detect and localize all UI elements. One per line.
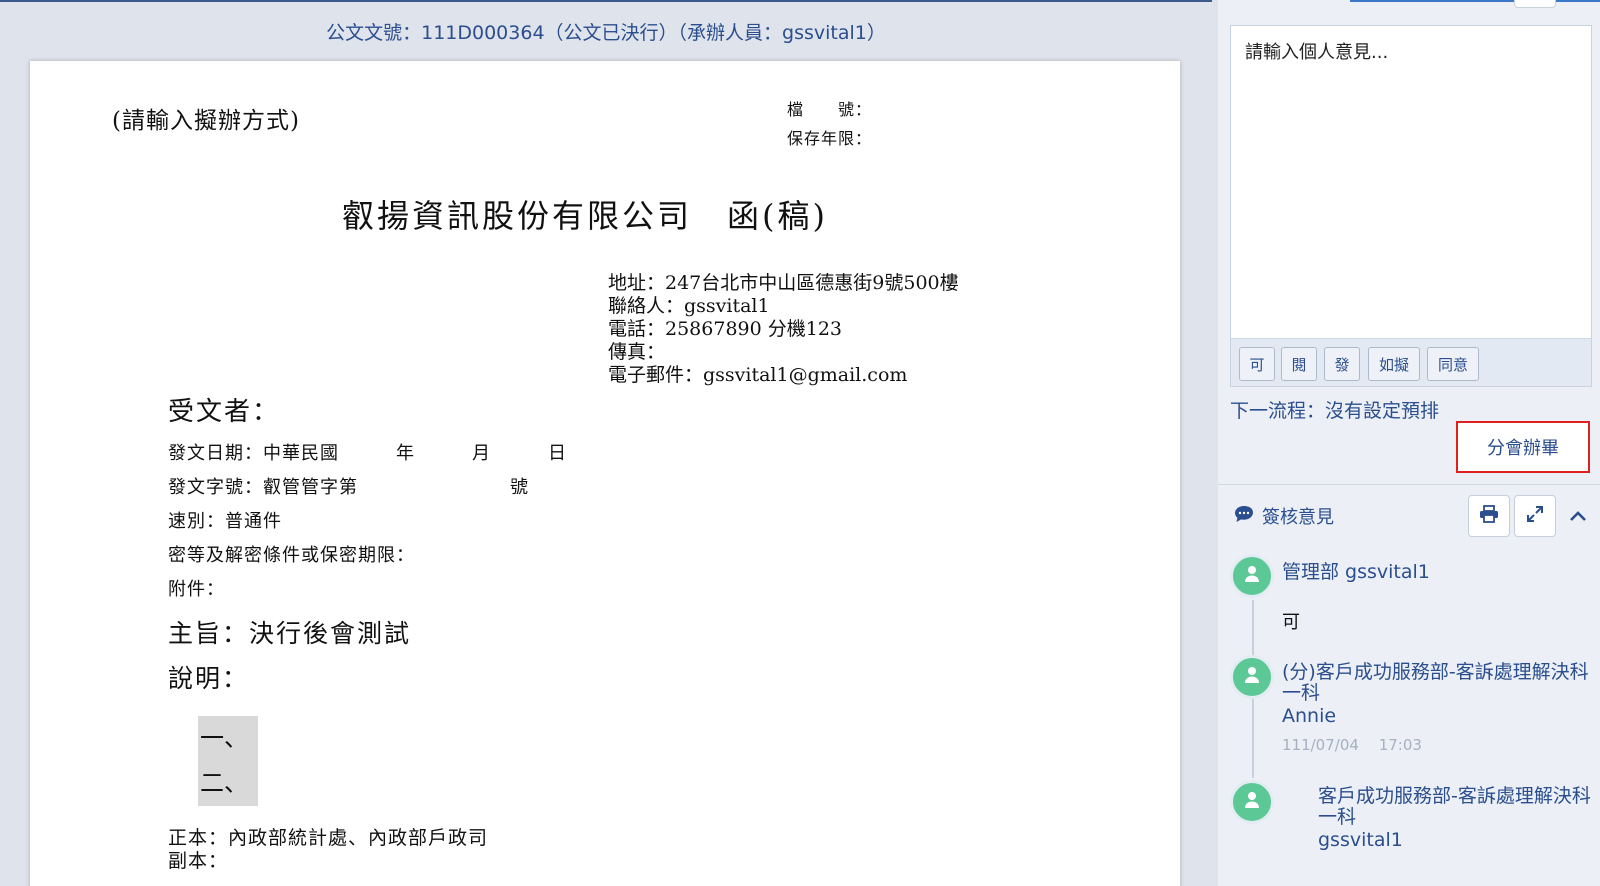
print-button[interactable]	[1468, 495, 1510, 537]
submit-countersign-button[interactable]: 分會辦畢	[1456, 421, 1590, 473]
sender-email: 電子郵件：gssvital1@gmail.com	[608, 364, 908, 386]
collapse-button[interactable]	[1566, 504, 1590, 528]
document-info-header: 公文文號：111D000364（公文已決行）（承辦人員：gssvital1）	[326, 22, 886, 44]
document-viewer: 公文文號：111D000364（公文已決行）（承辦人員：gssvital1） (…	[0, 0, 1212, 886]
entry-time: 17:03	[1378, 736, 1422, 754]
entry-date: 111/07/04	[1282, 736, 1359, 754]
entry-dept: (分)客戶成功服務部-客訴處理解決科 一科	[1282, 661, 1589, 704]
document-meta: 發文日期：中華民國 年 月 日 發文字號：叡管管字第 號 速別：普通件 密等及解…	[168, 437, 567, 607]
sign-panel: 可 閱 發 如擬 同意 下一流程：沒有設定預排 分會辦畢 簽核意見	[1218, 0, 1600, 886]
user-icon	[1244, 666, 1260, 688]
quick-phrase-button[interactable]: 發	[1324, 347, 1360, 381]
entry-comment: 可	[1282, 612, 1300, 633]
expand-button[interactable]	[1514, 495, 1556, 537]
document-title: 叡揚資訊股份有限公司 函(稿)	[342, 197, 828, 235]
opinion-box: 可 閱 發 如擬 同意	[1230, 25, 1592, 387]
entry-dept: 客戶成功服務部-客訴處理解決科 一科	[1318, 785, 1591, 828]
sender-fax: 傳真：	[608, 341, 666, 363]
issue-number: 發文字號：叡管管字第 號	[168, 477, 529, 498]
draft-method-field[interactable]: (請輸入擬辦方式)	[112, 101, 300, 135]
user-icon	[1244, 791, 1260, 813]
opinion-input[interactable]	[1231, 26, 1591, 338]
sender-phone: 電話：25867890 分機123	[608, 318, 843, 340]
quick-phrase-button[interactable]: 閱	[1281, 347, 1317, 381]
avatar	[1230, 554, 1274, 598]
chevron-up-icon	[1569, 507, 1587, 526]
quick-phrase-button[interactable]: 同意	[1427, 347, 1479, 381]
speed-class: 速別：普通件	[168, 511, 282, 532]
secrecy-level: 密等及解密條件或保密期限：	[168, 545, 415, 566]
sign-review-header: 簽核意見	[1234, 503, 1334, 529]
file-info: 檔 號： 保存年限：	[787, 95, 872, 153]
panel-tab-indicator	[1350, 0, 1600, 2]
document-paper: (請輸入擬辦方式) 檔 號： 保存年限： 叡揚資訊股份有限公司 函(稿) 地址：…	[30, 61, 1180, 886]
entry-user: gssvital1	[1318, 829, 1403, 851]
explanation-label: 說明：	[168, 664, 250, 693]
expand-icon	[1526, 505, 1544, 527]
panel-corner-button[interactable]	[1514, 0, 1556, 8]
document-subject: 主旨：決行後會測試	[168, 619, 412, 648]
divider	[1218, 484, 1600, 485]
quick-phrase-bar: 可 閱 發 如擬 同意	[1231, 338, 1591, 386]
sender-address: 地址：247台北市中山區德惠街9號500樓	[608, 272, 959, 294]
explanation-items[interactable]: 一、 二、	[198, 716, 258, 806]
user-icon	[1244, 565, 1260, 587]
avatar	[1230, 655, 1274, 699]
attachment: 附件：	[168, 579, 225, 600]
carbon-copy: 副本：	[168, 850, 229, 872]
next-flow-text: 下一流程：沒有設定預排	[1230, 400, 1440, 422]
quick-phrase-button[interactable]: 可	[1239, 347, 1275, 381]
copies: 正本：內政部統計處、內政部戶政司 副本：	[168, 827, 488, 873]
entry-dept-user: 管理部 gssvital1	[1282, 561, 1430, 583]
explanation-item: 一、	[200, 724, 248, 752]
comment-icon	[1234, 505, 1254, 528]
quick-phrase-button[interactable]: 如擬	[1368, 347, 1420, 381]
top-rule	[0, 0, 1212, 2]
avatar	[1230, 780, 1274, 824]
sign-review-title: 簽核意見	[1262, 507, 1334, 528]
explanation-item: 二、	[200, 769, 248, 797]
print-icon	[1479, 505, 1499, 527]
recipient-label: 受文者：	[168, 397, 281, 427]
sender-info: 地址：247台北市中山區德惠街9號500樓 聯絡人：gssvital1 電話：2…	[608, 272, 959, 387]
entry-timestamp: 111/07/04 17:03	[1282, 734, 1422, 755]
entry-user: Annie	[1282, 705, 1337, 727]
sender-contact: 聯絡人：gssvital1	[608, 295, 770, 317]
original-copy: 正本：內政部統計處、內政部戶政司	[168, 827, 489, 849]
file-number-label: 檔 號：	[787, 100, 873, 119]
issue-date: 發文日期：中華民國 年 月 日	[168, 443, 567, 464]
retention-period-label: 保存年限：	[787, 129, 873, 148]
